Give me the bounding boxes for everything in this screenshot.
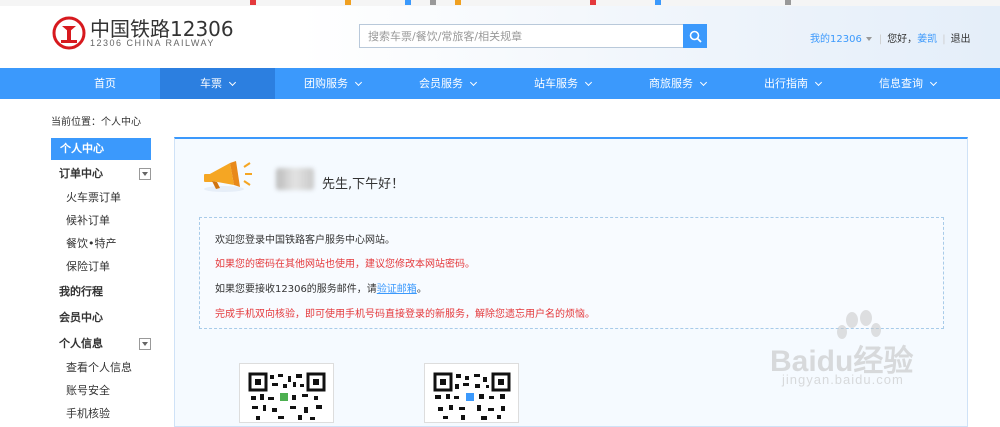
nav-item-label: 商旅服务 bbox=[649, 77, 693, 90]
watermark-url: jingyan.baidu.com bbox=[782, 372, 904, 387]
toolbar-icon bbox=[785, 0, 791, 5]
sidebar-section-label: 订单中心 bbox=[59, 167, 103, 180]
nav-item-business[interactable]: 商旅服务 bbox=[620, 68, 735, 99]
nav-item-label: 会员服务 bbox=[419, 77, 463, 90]
sidebar-section-order-center[interactable]: 订单中心 bbox=[51, 162, 151, 186]
sidebar-item-account-security[interactable]: 账号安全 bbox=[51, 379, 151, 402]
china-railway-logo-icon[interactable] bbox=[52, 16, 86, 50]
nav-item-info-query[interactable]: 信息查询 bbox=[850, 68, 965, 99]
nav-item-home[interactable]: 首页 bbox=[50, 68, 160, 99]
chevron-down-icon bbox=[814, 78, 823, 87]
toolbar-icon bbox=[250, 0, 256, 5]
username-blurred bbox=[276, 168, 314, 190]
verify-email-link[interactable]: 验证邮箱 bbox=[377, 284, 417, 295]
toolbar-icon bbox=[345, 0, 351, 5]
sidebar-item-food-specialty[interactable]: 餐饮•特产 bbox=[51, 232, 151, 255]
sidebar-item-phone-verify[interactable]: 手机核验 bbox=[51, 402, 151, 425]
logo-subtitle: 12306 CHINA RAILWAY bbox=[90, 38, 215, 48]
collapse-toggle-icon[interactable] bbox=[139, 168, 151, 180]
nav-item-label: 团购服务 bbox=[304, 77, 348, 90]
sidebar: 个人中心 订单中心 火车票订单 候补订单 餐饮•特产 保险订单 我的行程 会员中… bbox=[51, 138, 151, 425]
greeting-prefix: 您好， bbox=[887, 34, 918, 45]
qr-code-icon bbox=[433, 372, 511, 422]
sidebar-item-personal-center[interactable]: 个人中心 bbox=[51, 138, 151, 160]
search-icon bbox=[689, 30, 702, 43]
nav-item-label: 信息查询 bbox=[879, 77, 923, 90]
divider: | bbox=[878, 34, 883, 45]
nav-item-label: 车票 bbox=[200, 77, 222, 90]
chevron-down-icon bbox=[354, 78, 363, 87]
nav-item-travel-guide[interactable]: 出行指南 bbox=[735, 68, 850, 99]
username-link[interactable]: 姜凯 bbox=[917, 34, 937, 45]
sidebar-item-waitlist-orders[interactable]: 候补订单 bbox=[51, 209, 151, 232]
notice-email-suffix: 。 bbox=[416, 284, 427, 295]
sidebar-section-label: 我的行程 bbox=[59, 285, 103, 298]
search-input[interactable] bbox=[360, 25, 683, 47]
chevron-down-icon bbox=[929, 78, 938, 87]
breadcrumb: 当前位置：个人中心 bbox=[51, 117, 141, 128]
chevron-down-icon bbox=[699, 78, 708, 87]
sidebar-section-member-center[interactable]: 会员中心 bbox=[51, 306, 151, 330]
notice-password-warning: 如果您的密码在其他网站也使用，建议您修改本网站密码。 bbox=[215, 259, 475, 270]
my-12306-link[interactable]: 我的12306 bbox=[810, 34, 862, 45]
chevron-down-icon[interactable] bbox=[865, 37, 872, 41]
qr-code-card bbox=[424, 363, 519, 423]
logout-link[interactable]: 退出 bbox=[951, 34, 971, 45]
baidu-watermark: Baidu经验 jingyan.baidu.com bbox=[770, 310, 980, 400]
sidebar-item-insurance-orders[interactable]: 保险订单 bbox=[51, 255, 151, 278]
greeting-text: 先生,下午好！ bbox=[322, 177, 405, 192]
toolbar-icon bbox=[405, 0, 411, 5]
collapse-toggle-icon[interactable] bbox=[139, 338, 151, 350]
user-area: 我的12306 | 您好，姜凯 | 退出 bbox=[810, 30, 971, 45]
notice-email: 如果您要接收12306的服务邮件，请验证邮箱。 bbox=[215, 280, 427, 295]
nav-item-label: 出行指南 bbox=[764, 77, 808, 90]
sidebar-section-personal-info[interactable]: 个人信息 bbox=[51, 332, 151, 356]
nav-item-station[interactable]: 站车服务 bbox=[505, 68, 620, 99]
nav-item-group-buy[interactable]: 团购服务 bbox=[275, 68, 390, 99]
chevron-down-icon bbox=[469, 78, 478, 87]
search-button[interactable] bbox=[683, 24, 707, 48]
nav-item-label: 站车服务 bbox=[534, 77, 578, 90]
qr-code-icon bbox=[248, 372, 326, 422]
toolbar-icon bbox=[590, 0, 596, 5]
sidebar-section-label: 个人信息 bbox=[59, 337, 103, 350]
main-nav: 首页 车票 团购服务 会员服务 站车服务 商旅服务 出行指南 信息查询 bbox=[0, 68, 1000, 99]
search-box bbox=[359, 24, 684, 48]
sidebar-item-view-info[interactable]: 查看个人信息 bbox=[51, 356, 151, 379]
qr-code-card bbox=[239, 363, 334, 423]
sidebar-section-label: 会员中心 bbox=[59, 311, 103, 324]
notice-email-text: 如果您要接收12306的服务邮件，请 bbox=[215, 284, 377, 295]
chevron-down-icon bbox=[584, 78, 593, 87]
sidebar-item-train-orders[interactable]: 火车票订单 bbox=[51, 186, 151, 209]
nav-item-tickets[interactable]: 车票 bbox=[160, 68, 275, 99]
toolbar-icon bbox=[455, 0, 461, 5]
sidebar-section-my-trips[interactable]: 我的行程 bbox=[51, 280, 151, 304]
divider: | bbox=[942, 34, 946, 45]
nav-item-member[interactable]: 会员服务 bbox=[390, 68, 505, 99]
megaphone-icon bbox=[204, 161, 252, 192]
toolbar-icon bbox=[655, 0, 661, 5]
notice-phone-verify: 完成手机双向核验，即可使用手机号码直接登录的新服务，解除您遗忘用户名的烦恼。 bbox=[215, 309, 595, 320]
chevron-down-icon bbox=[228, 78, 237, 87]
notice-welcome: 欢迎您登录中国铁路客户服务中心网站。 bbox=[215, 235, 395, 246]
nav-item-label: 首页 bbox=[94, 77, 116, 90]
toolbar-icon bbox=[430, 0, 436, 5]
